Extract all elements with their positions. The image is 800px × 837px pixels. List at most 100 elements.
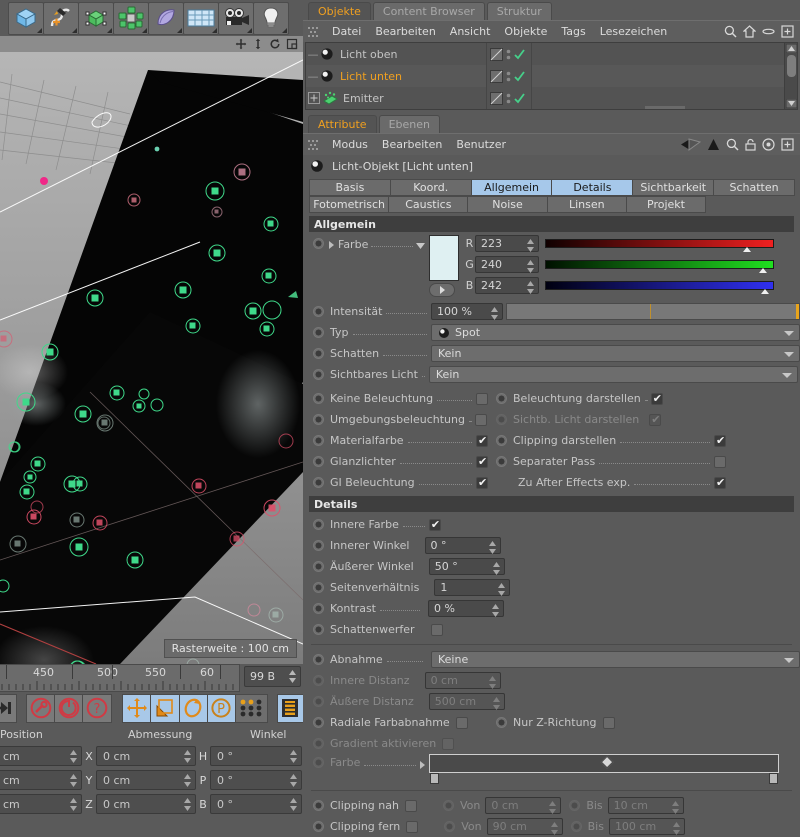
- atab-linsen[interactable]: Linsen: [547, 196, 627, 213]
- object-list-empty-area[interactable]: [531, 43, 784, 109]
- color-picker-toggle[interactable]: [429, 283, 455, 297]
- scroll-up-icon[interactable]: [786, 44, 797, 53]
- stepper-icon[interactable]: [527, 260, 534, 273]
- seitenverhaeltnis-field[interactable]: 1: [434, 579, 510, 596]
- expand-icon[interactable]: [781, 25, 794, 38]
- stepper-icon[interactable]: [70, 750, 77, 763]
- glanzlichter-anim-dot[interactable]: [313, 456, 324, 467]
- schattenwerfer-checkbox[interactable]: [431, 624, 443, 636]
- stepper-icon[interactable]: [70, 774, 77, 787]
- position-key-icon[interactable]: P: [207, 694, 236, 723]
- position-x-field[interactable]: cm: [0, 746, 82, 766]
- seitenverhaeltnis-anim-dot[interactable]: [313, 582, 324, 593]
- nur-z-richtung-checkbox[interactable]: [603, 717, 615, 729]
- scroll-down-icon[interactable]: [786, 99, 797, 108]
- farbe-anim-dot[interactable]: [313, 238, 324, 249]
- schatten-dropdown[interactable]: Kein: [431, 345, 800, 362]
- clipping-fern-anim-dot[interactable]: [313, 821, 324, 832]
- visibility-dots-icon[interactable]: [506, 70, 511, 83]
- separater-pass-checkbox[interactable]: [714, 456, 726, 468]
- stepper-icon[interactable]: [70, 798, 77, 811]
- deformer-icon[interactable]: [148, 2, 184, 35]
- menu-tags[interactable]: Tags: [554, 21, 592, 43]
- menu-ansicht[interactable]: Ansicht: [443, 21, 498, 43]
- record-key-icon[interactable]: [26, 694, 55, 723]
- nurbs-cube-icon[interactable]: [78, 2, 114, 35]
- umgebungsbeleuchtung-anim-dot[interactable]: [313, 414, 324, 425]
- tab-content-browser[interactable]: Content Browser: [373, 2, 485, 20]
- stepper-icon[interactable]: [527, 239, 534, 252]
- color-r-field[interactable]: 223: [475, 235, 539, 252]
- enabled-check-icon[interactable]: [514, 93, 525, 104]
- tab-ebenen[interactable]: Ebenen: [379, 115, 440, 133]
- up-icon[interactable]: [707, 138, 720, 151]
- zu-after-effects-checkbox[interactable]: [714, 477, 726, 489]
- schattenwerfer-anim-dot[interactable]: [313, 624, 324, 635]
- gi-beleuchtung-checkbox[interactable]: [476, 477, 488, 489]
- visibility-dots-icon[interactable]: [506, 48, 511, 61]
- materialfarbe-checkbox[interactable]: [476, 435, 488, 447]
- gradient-knot-left[interactable]: [430, 773, 439, 784]
- keyframe-selection-icon[interactable]: ?: [82, 694, 111, 723]
- search-icon[interactable]: [724, 25, 737, 38]
- color-g-field[interactable]: 240: [475, 256, 539, 273]
- beleuchtung-darstellen-anim-dot[interactable]: [496, 393, 507, 404]
- color-r-slider[interactable]: [545, 239, 774, 248]
- move-tool-icon[interactable]: [122, 694, 151, 723]
- size-y-field[interactable]: 0 cm: [96, 770, 196, 790]
- home-icon[interactable]: [743, 25, 756, 38]
- panel-grip-icon[interactable]: [307, 25, 321, 39]
- intensitaet-slider[interactable]: [506, 303, 800, 320]
- menu-lesezeichen[interactable]: Lesezeichen: [593, 21, 675, 43]
- menu-objekte[interactable]: Objekte: [497, 21, 554, 43]
- rotation-p-field[interactable]: 0 °: [210, 770, 302, 790]
- stepper-icon[interactable]: [489, 541, 496, 554]
- chevron-down-icon[interactable]: [416, 241, 425, 250]
- keine-beleuchtung-anim-dot[interactable]: [313, 393, 324, 404]
- rotation-h-field[interactable]: 0 °: [210, 746, 302, 766]
- viewport-layout-icon[interactable]: [286, 38, 298, 50]
- frame-stepper-icon[interactable]: [289, 670, 296, 683]
- cube-primitive-icon[interactable]: [8, 2, 44, 35]
- viewport-3d[interactable]: Rasterweite : 100 cm: [0, 52, 303, 664]
- display-tag-icon[interactable]: [490, 92, 503, 105]
- tab-attribute[interactable]: Attribute: [308, 115, 377, 133]
- glanzlichter-checkbox[interactable]: [476, 456, 488, 468]
- menu-bearbeiten[interactable]: Bearbeiten: [375, 134, 449, 156]
- color-g-slider[interactable]: [545, 260, 774, 269]
- color-b-slider[interactable]: [545, 281, 774, 290]
- stepper-icon[interactable]: [290, 798, 297, 811]
- typ-dropdown[interactable]: Spot: [431, 324, 800, 341]
- position-z-field[interactable]: cm: [0, 794, 82, 814]
- goto-end-icon[interactable]: [0, 694, 17, 723]
- atab-basis[interactable]: Basis: [309, 179, 391, 196]
- gradient-expand-icon[interactable]: [420, 761, 425, 769]
- stepper-icon[interactable]: [184, 774, 191, 787]
- tab-struktur[interactable]: Struktur: [487, 2, 552, 20]
- camera-icon[interactable]: [218, 2, 254, 35]
- atab-sichtbarkeit[interactable]: Sichtbarkeit: [632, 179, 714, 196]
- tab-objekte[interactable]: Objekte: [308, 2, 371, 20]
- spline-pen-icon[interactable]: [43, 2, 79, 35]
- menu-benutzer[interactable]: Benutzer: [449, 134, 513, 156]
- radiale-farbabnahme-anim-dot[interactable]: [313, 717, 324, 728]
- intensitaet-anim-dot[interactable]: [313, 306, 324, 317]
- object-row-licht-oben[interactable]: — Licht oben: [306, 43, 486, 65]
- clipping-nah-checkbox[interactable]: [405, 800, 417, 812]
- beleuchtung-darstellen-checkbox[interactable]: [651, 393, 663, 405]
- clipping-darstellen-anim-dot[interactable]: [496, 435, 507, 446]
- schatten-anim-dot[interactable]: [313, 348, 324, 359]
- stepper-icon[interactable]: [492, 604, 499, 617]
- sichtbares-licht-dropdown[interactable]: Kein: [429, 366, 798, 383]
- aeusserer-winkel-anim-dot[interactable]: [313, 561, 324, 572]
- innerer-winkel-field[interactable]: 0 °: [425, 537, 501, 554]
- intensitaet-field[interactable]: 100 %: [431, 303, 503, 320]
- array-object-icon[interactable]: [113, 2, 149, 35]
- visibility-dots-icon[interactable]: [506, 92, 511, 105]
- radiale-farbabnahme-checkbox[interactable]: [456, 717, 468, 729]
- menu-datei[interactable]: Datei: [325, 21, 368, 43]
- target-icon[interactable]: [762, 138, 775, 151]
- menu-modus[interactable]: Modus: [325, 134, 375, 156]
- position-y-field[interactable]: cm: [0, 770, 82, 790]
- atab-fotometrisch[interactable]: Fotometrisch: [309, 196, 389, 213]
